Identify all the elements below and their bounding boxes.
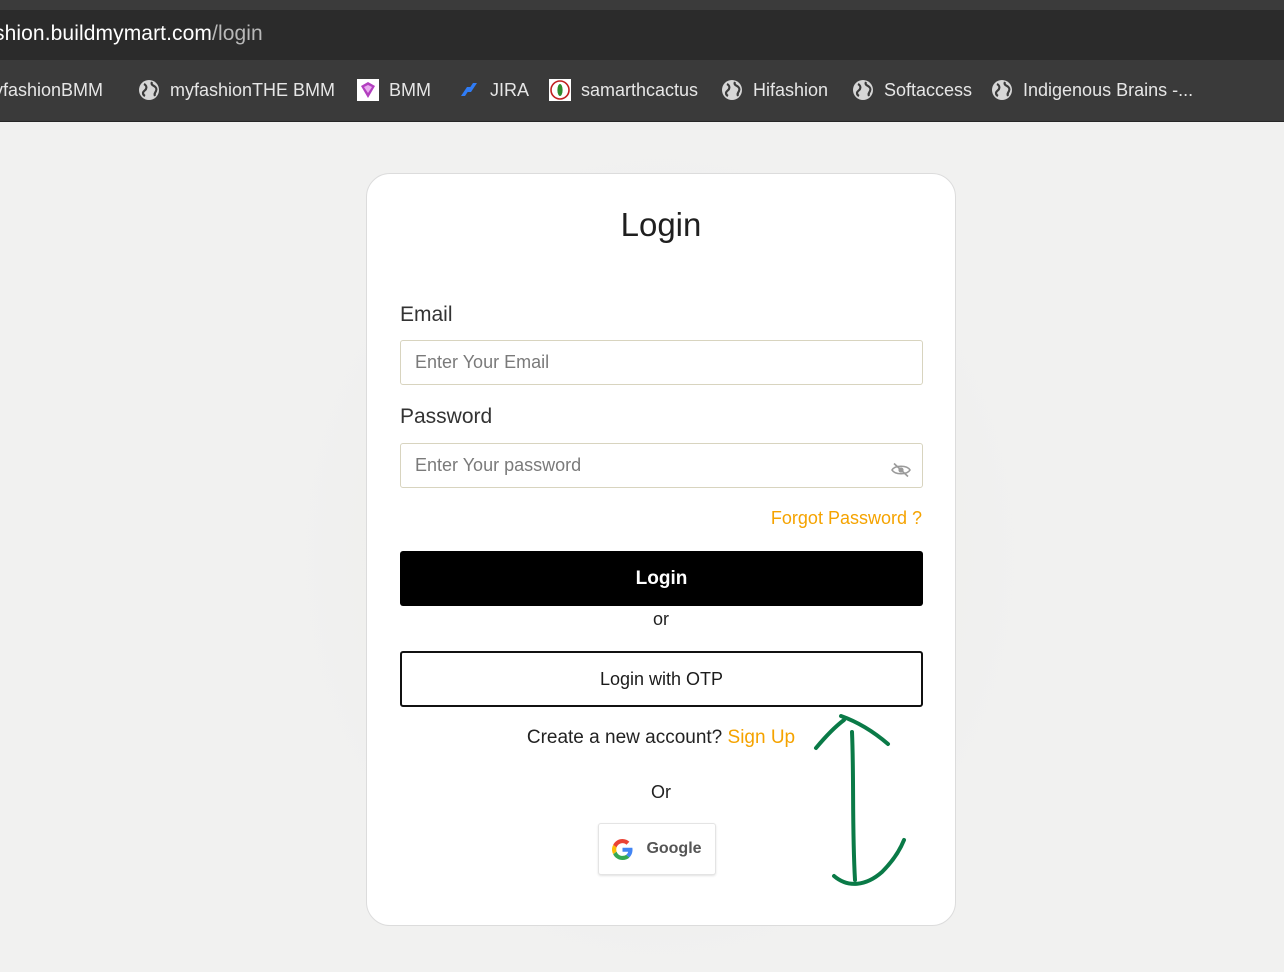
forgot-password-link[interactable]: Forgot Password ?	[771, 508, 922, 529]
or-divider: or	[652, 609, 669, 629]
cactus-logo-icon	[549, 79, 571, 101]
bookmark-label: lyfashionBMM	[0, 79, 104, 100]
eye-slash-icon[interactable]	[891, 462, 911, 478]
bookmark-label: Indigenous Brains -...	[1023, 79, 1194, 100]
bookmark-label: BMM	[389, 79, 431, 100]
bookmark-label: samarthcactus	[581, 79, 699, 100]
globe-icon	[992, 80, 1012, 100]
sign-up-link[interactable]: Sign Up	[728, 727, 796, 748]
globe-icon	[722, 80, 742, 100]
email-label: Email	[400, 303, 453, 326]
globe-icon	[139, 80, 159, 100]
url-path: /login	[212, 22, 263, 45]
bookmark-hifashion[interactable]: Hifashion	[721, 77, 828, 103]
signup-prompt: Create a new account?	[526, 727, 723, 748]
bookmark-lyfashionbmm[interactable]: lyfashionBMM	[0, 77, 103, 103]
google-login-button[interactable]: Google	[598, 823, 716, 875]
bookmark-softaccess[interactable]: Softaccess	[852, 77, 972, 103]
bookmark-bmm[interactable]: BMM	[357, 77, 431, 103]
bookmark-label: JIRA	[490, 79, 530, 100]
google-button-label: Google	[646, 840, 702, 857]
bookmark-label: Softaccess	[884, 79, 973, 100]
address-bar[interactable]: shion.buildmymart.com/login	[0, 10, 1284, 60]
bookmark-label: Hifashion	[753, 79, 829, 100]
page-title: Login	[620, 206, 702, 243]
bookmark-indigenous-brains[interactable]: Indigenous Brains -...	[991, 77, 1193, 103]
email-field[interactable]	[400, 340, 923, 385]
browser-top-strip	[0, 0, 1284, 10]
password-label: Password	[400, 405, 493, 428]
bmm-logo-icon	[357, 79, 379, 101]
bookmark-myfashionthe-bmm[interactable]: myfashionTHE BMM	[138, 77, 335, 103]
url-text[interactable]: shion.buildmymart.com/login	[0, 22, 263, 46]
url-host: shion.buildmymart.com	[0, 22, 213, 45]
bookmark-label: myfashionTHE BMM	[170, 79, 336, 100]
bookmarks-bar: lyfashionBMM myfashionTHE BMM BMM JIRA s…	[0, 60, 1284, 122]
globe-icon	[853, 80, 873, 100]
login-button[interactable]: Login	[400, 551, 923, 606]
bookmark-samarthcactus[interactable]: samarthcactus	[549, 77, 698, 103]
login-with-otp-button[interactable]: Login with OTP	[400, 651, 923, 707]
handdrawn-double-arrow	[814, 714, 906, 886]
bookmark-jira[interactable]: JIRA	[458, 77, 529, 103]
jira-icon	[461, 83, 477, 96]
google-logo-icon	[612, 838, 633, 860]
password-field[interactable]	[400, 443, 923, 488]
